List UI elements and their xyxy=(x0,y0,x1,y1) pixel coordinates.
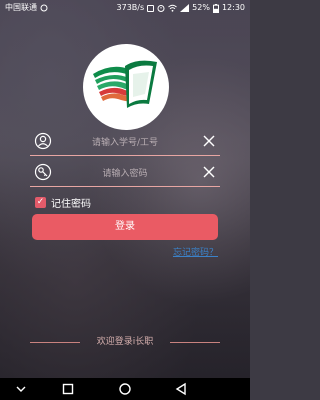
status-bar: 中国联通 373B/s 52% 12:30 xyxy=(0,0,250,16)
password-field[interactable]: 请输入密码 xyxy=(30,161,220,187)
clear-username-icon[interactable] xyxy=(202,134,216,148)
welcome-right-line xyxy=(170,342,220,343)
battery-icon xyxy=(212,3,219,13)
forgot-password-link[interactable]: 忘记密码？ xyxy=(173,245,218,258)
recents-icon[interactable] xyxy=(61,382,75,396)
wifi-icon xyxy=(168,4,177,12)
chevron-down-icon[interactable] xyxy=(14,382,28,396)
navigation-bar xyxy=(0,378,250,400)
username-input[interactable]: 请输入学号/工号 xyxy=(30,135,220,148)
back-icon[interactable] xyxy=(174,382,188,396)
password-underline xyxy=(30,186,220,187)
home-icon[interactable] xyxy=(118,382,132,396)
remember-checkbox[interactable]: ✓ xyxy=(35,197,46,208)
remember-label: 记住密码 xyxy=(51,199,91,210)
carrier-label: 中国联通 xyxy=(5,3,37,12)
signal-icon xyxy=(180,4,190,12)
password-input[interactable]: 请输入密码 xyxy=(30,166,220,179)
vibrate-icon xyxy=(147,4,155,12)
notification-icon xyxy=(40,4,48,12)
battery-percent: 52% xyxy=(192,3,210,12)
username-underline xyxy=(30,155,220,156)
school-logo xyxy=(83,44,169,130)
clock: 12:30 xyxy=(221,3,245,12)
alarm-icon xyxy=(157,5,165,12)
status-right: 373B/s 52% 12:30 xyxy=(117,0,245,16)
welcome-footer: 欢迎登录i长职 xyxy=(30,336,220,348)
status-left: 中国联通 xyxy=(5,0,48,16)
remember-password[interactable]: ✓ 记住密码 xyxy=(35,195,91,210)
network-speed: 373B/s xyxy=(116,3,145,12)
clear-password-icon[interactable] xyxy=(202,165,216,179)
school-logo-emblem xyxy=(93,60,157,108)
login-button[interactable]: 登录 xyxy=(32,214,218,240)
username-field[interactable]: 请输入学号/工号 xyxy=(30,130,220,156)
